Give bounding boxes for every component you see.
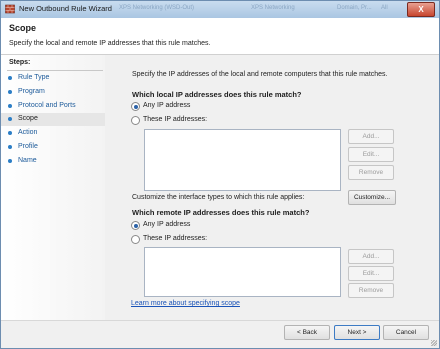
intro-text: Specify the IP addresses of the local an… [132,71,388,78]
step-bullet-icon [8,76,12,80]
interface-text: Customize the interface types to which t… [132,194,305,201]
step-name[interactable]: Name [1,155,105,168]
remote-ip-list[interactable] [144,247,341,297]
remote-question: Which remote IP addresses does this rule… [132,208,310,217]
step-action[interactable]: Action [1,127,105,140]
page-title: Scope [9,23,37,33]
step-bullet-icon [8,159,12,163]
wizard-window: XPS Networking (WSD-Out) XPS Networking … [0,0,440,349]
background-tab-text: All [381,5,388,11]
local-any-radio[interactable] [131,102,140,111]
step-label: Rule Type [18,74,50,81]
remote-these-radio[interactable] [131,235,140,244]
remote-remove-button[interactable]: Remove [348,283,394,298]
step-bullet-icon [8,131,12,135]
local-these-radio[interactable] [131,116,140,125]
step-label: Program [18,88,45,95]
cancel-button[interactable]: Cancel [383,325,429,340]
window-title: New Outbound Rule Wizard [19,4,112,13]
local-any-label[interactable]: Any IP address [143,102,190,109]
step-protocol-and-ports[interactable]: Protocol and Ports [1,100,105,113]
step-bullet-icon [8,145,12,149]
scope-content: Specify the IP addresses of the local an… [105,55,439,320]
step-bullet-icon [8,90,12,94]
step-label: Protocol and Ports [18,102,76,109]
steps-title: Steps: [6,59,105,71]
local-remove-button[interactable]: Remove [348,165,394,180]
step-rule-type[interactable]: Rule Type [1,72,105,85]
customize-button[interactable]: Customize... [348,190,396,205]
local-add-button[interactable]: Add... [348,129,394,144]
remote-any-label[interactable]: Any IP address [143,221,190,228]
background-tab-text: XPS Networking [251,5,295,11]
local-edit-button[interactable]: Edit... [348,147,394,162]
title-bar[interactable]: XPS Networking (WSD-Out) XPS Networking … [1,1,439,18]
learn-more-link[interactable]: Learn more about specifying scope [131,300,240,307]
step-label: Scope [18,115,38,122]
step-bullet-icon [8,104,12,108]
step-profile[interactable]: Profile [1,141,105,154]
local-ip-list[interactable] [144,129,341,191]
background-tab-text: Domain, Pr... [337,5,372,11]
step-label: Action [18,129,38,136]
wizard-header: Scope Specify the local and remote IP ad… [1,18,439,55]
page-description: Specify the local and remote IP addresse… [9,40,211,47]
steps-pane: Steps: Rule Type Program Protocol and Po… [1,55,105,320]
step-label: Profile [18,143,38,150]
resize-grip-icon[interactable] [431,340,437,346]
background-tab-text: XPS Networking (WSD-Out) [119,5,195,11]
remote-any-radio[interactable] [131,221,140,230]
firewall-app-icon [5,4,15,14]
close-button[interactable]: X [407,2,435,17]
wizard-footer: < Back Next > Cancel [1,321,439,348]
local-question: Which local IP addresses does this rule … [132,90,302,99]
remote-add-button[interactable]: Add... [348,249,394,264]
step-program[interactable]: Program [1,86,105,99]
remote-edit-button[interactable]: Edit... [348,266,394,281]
step-bullet-icon [8,117,12,121]
remote-these-label[interactable]: These IP addresses: [143,235,207,242]
step-scope[interactable]: Scope [1,113,105,126]
local-these-label[interactable]: These IP addresses: [143,116,207,123]
back-button[interactable]: < Back [284,325,330,340]
next-button[interactable]: Next > [334,325,380,340]
step-label: Name [18,157,37,164]
